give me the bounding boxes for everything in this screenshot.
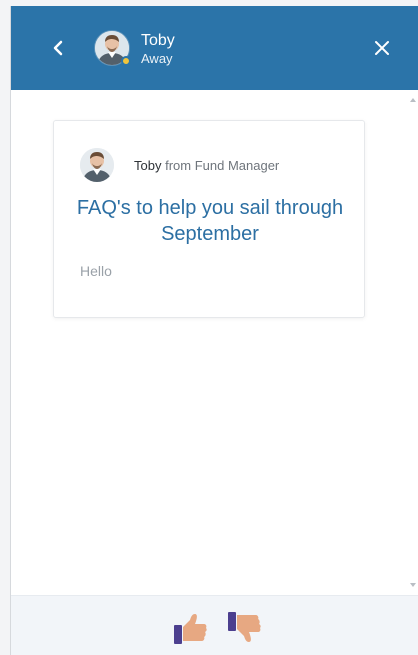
presence-indicator: [121, 56, 131, 66]
thumbs-down-button[interactable]: [224, 608, 264, 648]
chevron-left-icon: [53, 40, 63, 56]
feedback-bar: [11, 595, 418, 655]
chat-window: Toby Away Toby from Fund Manager FAQ's t…: [10, 6, 418, 655]
conversation-area: Toby from Fund Manager FAQ's to help you…: [11, 90, 418, 595]
thumbs-down-icon: [228, 612, 261, 642]
author-avatar: [80, 148, 114, 182]
agent-avatar: [94, 30, 131, 66]
author-source: from Fund Manager: [165, 158, 280, 173]
agent-status: Away: [141, 51, 173, 66]
close-button[interactable]: [368, 34, 396, 62]
agent-name: Toby: [141, 32, 175, 49]
scroll-up-arrow[interactable]: [410, 98, 416, 102]
thumbs-up-icon: [174, 614, 207, 644]
thumbs-up-button[interactable]: [170, 608, 210, 648]
close-icon: [375, 41, 389, 55]
message-author-line: Toby from Fund Manager: [134, 158, 279, 174]
back-button[interactable]: [44, 34, 72, 62]
message-title: FAQ's to help you sail through September: [76, 197, 344, 245]
chat-header: Toby Away: [11, 6, 418, 90]
author-name: Toby: [134, 158, 162, 173]
message-card[interactable]: Toby from Fund Manager FAQ's to help you…: [53, 120, 365, 318]
message-body: Hello: [80, 263, 112, 279]
vertical-scrollbar[interactable]: [407, 90, 418, 595]
scroll-down-arrow[interactable]: [410, 583, 416, 587]
